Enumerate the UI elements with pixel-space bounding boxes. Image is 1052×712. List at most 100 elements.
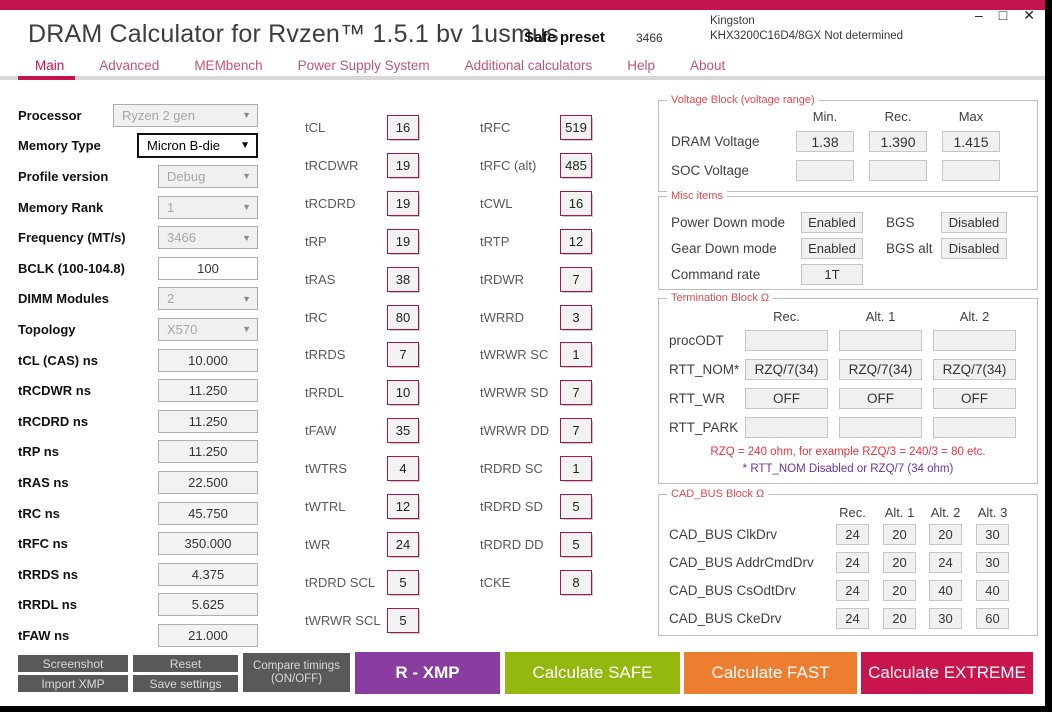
timing-row-twrwr-dd: tWRWR DD7 xyxy=(480,418,592,444)
timing-row-trdrd-sd: tRDRD SD5 xyxy=(480,494,592,520)
preset-name: Safe preset xyxy=(524,29,605,46)
memory-type-label: Memory Type xyxy=(18,138,101,153)
calculate-extreme-button[interactable]: Calculate EXTREME xyxy=(861,652,1033,694)
trrds-value-box[interactable]: 7 xyxy=(387,342,419,367)
timing-row-twrrd: tWRRD3 xyxy=(480,305,592,331)
trdrd-sc-value-box[interactable]: 1 xyxy=(560,456,592,481)
chevron-down-icon: ▼ xyxy=(242,202,251,212)
field-row-dimm-modules: DIMM Modules2▼ xyxy=(18,284,258,315)
timing-row-trrdl: tRRDL 10 xyxy=(305,380,419,406)
cad-bus-csodtdrv-alt-1-box: 20 xyxy=(883,580,916,601)
timing-row-trfc-alt: tRFC (alt) 485 xyxy=(480,153,592,179)
tab-membench[interactable]: MEMbench xyxy=(194,58,262,73)
timing-label: tRTP xyxy=(480,234,509,249)
calculate-safe-button[interactable]: Calculate SAFE xyxy=(505,652,680,694)
twtrs-value-box[interactable]: 4 xyxy=(387,456,419,481)
selected-value: 1 xyxy=(167,200,174,215)
twrwr-sd-value-box[interactable]: 7 xyxy=(560,380,592,405)
trrdl-value-box[interactable]: 10 xyxy=(387,380,419,405)
twtrl-value-box[interactable]: 12 xyxy=(387,494,419,519)
memory-type-select[interactable]: Micron B-die▼ xyxy=(137,133,258,158)
tfaw-value-box[interactable]: 35 xyxy=(387,418,419,443)
dram-voltage-min-box: 1.38 xyxy=(796,131,854,152)
import-xmp-button[interactable]: Import XMP xyxy=(18,675,128,692)
field-row-trfc-ns: tRFC ns350.000 xyxy=(18,528,258,559)
trfc-alt-value-box[interactable]: 485 xyxy=(560,153,592,178)
timing-row-trdrd-sc: tRDRD SC1 xyxy=(480,456,592,482)
tab-power-supply-system[interactable]: Power Supply System xyxy=(298,58,430,73)
rtt-nom-alt-2-box: RZQ/7(34) xyxy=(933,359,1016,380)
tab-main[interactable]: Main xyxy=(35,58,64,73)
bclk-100-104-8-input[interactable]: 100 xyxy=(158,257,258,280)
r-xmp-button[interactable]: R - XMP xyxy=(355,652,500,694)
timing-label: tCKE xyxy=(480,575,510,590)
rtt-wr-label: RTT_WR xyxy=(669,391,725,406)
close-icon[interactable]: ✕ xyxy=(1023,7,1035,23)
timing-row-tfaw: tFAW35 xyxy=(305,418,419,444)
screenshot-button[interactable]: Screenshot xyxy=(18,655,128,672)
trp-value-box[interactable]: 19 xyxy=(387,229,419,254)
save-settings-button[interactable]: Save settings xyxy=(133,675,238,692)
twrwr-sc-value-box[interactable]: 1 xyxy=(560,342,592,367)
chevron-down-icon: ▼ xyxy=(242,233,251,243)
cad-bus-addrcmddrv-alt-2-box: 24 xyxy=(929,552,962,573)
twrwr-scl-value-box[interactable]: 5 xyxy=(387,608,419,633)
timing-label: tRRDL xyxy=(305,385,344,400)
tab-about[interactable]: About xyxy=(690,58,725,73)
trdrd-sd-value-box[interactable]: 5 xyxy=(560,494,592,519)
field-row-profile-version: Profile versionDebug▼ xyxy=(18,161,258,192)
calculate-fast-button[interactable]: Calculate FAST xyxy=(684,652,857,694)
window-controls: – □ ✕ xyxy=(975,7,1035,23)
trdrd-scl-value-box[interactable]: 5 xyxy=(387,570,419,595)
cad-bus-clkdrv-rec-box: 24 xyxy=(836,524,869,545)
twrwr-dd-value-box[interactable]: 7 xyxy=(560,418,592,443)
trcdrd-value-box[interactable]: 19 xyxy=(387,191,419,216)
command-rate-label: Command rate xyxy=(671,267,760,282)
trcdwr-ns-input: 11.250 xyxy=(158,379,258,402)
timing-label: tWR xyxy=(305,537,330,552)
power-down-mode-label: Power Down mode xyxy=(671,215,785,230)
tras-value-box[interactable]: 38 xyxy=(387,267,419,292)
topology-select: X570▼ xyxy=(158,318,258,341)
trc-value-box[interactable]: 80 xyxy=(387,305,419,330)
tab-advanced[interactable]: Advanced xyxy=(99,58,159,73)
trfc-ns-input: 350.000 xyxy=(158,532,258,555)
tcl-cas-ns-label: tCL (CAS) ns xyxy=(18,353,98,368)
column-header-min: Min. xyxy=(796,109,854,125)
timing-label: tRC xyxy=(305,310,327,325)
compare-timings-button[interactable]: Compare timings(ON/OFF) xyxy=(243,653,350,692)
tab-help[interactable]: Help xyxy=(627,58,655,73)
timing-label: tRP xyxy=(305,234,327,249)
trtp-value-box[interactable]: 12 xyxy=(560,229,592,254)
soc-voltage-label: SOC Voltage xyxy=(671,163,749,178)
profile-version-select: Debug▼ xyxy=(158,165,258,188)
rzq-note: RZQ = 240 ohm, for example RZQ/3 = 240/3… xyxy=(659,446,1037,458)
minimize-icon[interactable]: – xyxy=(975,7,983,23)
trdwr-value-box[interactable]: 7 xyxy=(560,267,592,292)
trdrd-dd-value-box[interactable]: 5 xyxy=(560,532,592,557)
reset-button[interactable]: Reset xyxy=(133,655,238,672)
tcke-value-box[interactable]: 8 xyxy=(560,570,592,595)
timing-label: tRCDRD xyxy=(305,196,356,211)
timing-label: tRFC (alt) xyxy=(480,158,536,173)
twr-value-box[interactable]: 24 xyxy=(387,532,419,557)
tab-additional-calculators[interactable]: Additional calculators xyxy=(465,58,593,73)
timing-row-trcdwr: tRCDWR19 xyxy=(305,153,419,179)
trcdwr-value-box[interactable]: 19 xyxy=(387,153,419,178)
rtt-park-alt-2-box xyxy=(933,417,1016,438)
column-header-rec: Rec. xyxy=(869,109,927,125)
cad-bus-clkdrv-alt-1-box: 20 xyxy=(883,524,916,545)
processor-label: Processor xyxy=(18,108,82,123)
tcl-value-box[interactable]: 16 xyxy=(387,115,419,140)
column-header-alt-1: Alt. 1 xyxy=(839,309,922,325)
twrrd-value-box[interactable]: 3 xyxy=(560,305,592,330)
rtt-wr-alt-2-box: OFF xyxy=(933,388,1016,409)
bgs-alt-label: BGS alt xyxy=(886,241,933,256)
column-header-alt-2: Alt. 2 xyxy=(933,309,1016,325)
tcwl-value-box[interactable]: 16 xyxy=(560,191,592,216)
memory-module-model: KHX3200C16D4/8GX Not determined xyxy=(710,29,903,44)
maximize-icon[interactable]: □ xyxy=(999,7,1007,23)
timing-label: tRAS xyxy=(305,272,335,287)
trp-ns-input: 11.250 xyxy=(158,440,258,463)
trfc-value-box[interactable]: 519 xyxy=(560,115,592,140)
